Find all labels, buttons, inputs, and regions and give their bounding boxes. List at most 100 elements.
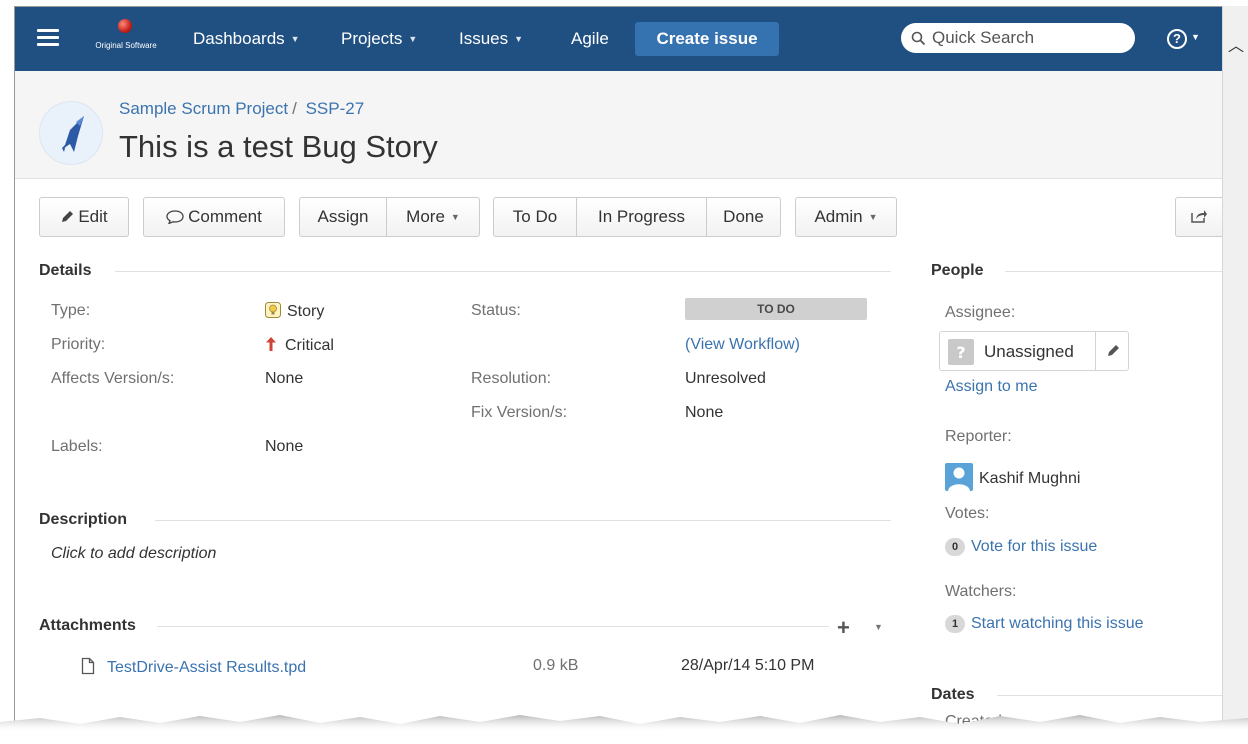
quick-search-input[interactable]: Quick Search — [901, 23, 1135, 53]
people-divider — [1005, 271, 1222, 272]
app-menu-icon[interactable] — [37, 29, 59, 47]
help-icon: ? — [1167, 29, 1187, 49]
priority-value: Critical — [265, 336, 334, 355]
pencil-icon — [62, 211, 74, 222]
votes-row: 0 Vote for this issue — [945, 538, 1097, 556]
story-lightbulb-icon — [265, 302, 281, 318]
search-icon — [911, 31, 926, 46]
edit-label: Edit — [78, 207, 108, 226]
breadcrumb: Sample Scrum Project / SSP-27 — [119, 99, 364, 119]
vertical-scrollbar[interactable]: ︿ — [1222, 6, 1248, 726]
reporter-label: Reporter: — [945, 428, 1012, 445]
breadcrumb-issue-key[interactable]: SSP-27 — [306, 99, 365, 118]
people-heading: People — [931, 262, 984, 279]
todo-transition-button[interactable]: To Do — [493, 197, 577, 237]
attachment-file-link[interactable]: TestDrive-Assist Results.tpd — [107, 659, 306, 676]
pencil-icon[interactable] — [1106, 344, 1120, 358]
description-heading: Description — [39, 511, 128, 528]
project-avatar[interactable] — [39, 101, 103, 165]
details-divider — [115, 271, 891, 272]
resolution-label: Resolution: — [471, 370, 552, 387]
file-icon — [81, 657, 95, 675]
type-label: Type: — [51, 302, 91, 319]
assign-to-me-link[interactable]: Assign to me — [945, 378, 1037, 396]
comment-label: Comment — [188, 207, 262, 226]
edit-button[interactable]: Edit — [39, 197, 129, 237]
votes-count-badge: 0 — [945, 538, 965, 556]
assignee-label: Assignee: — [945, 304, 1016, 321]
add-attachment-icon[interactable]: + — [837, 615, 850, 641]
more-label: More — [406, 207, 445, 226]
chevron-down-icon: ▼ — [868, 212, 878, 222]
status-badge: TO DO — [685, 298, 867, 320]
help-menu[interactable]: ? ▼ — [1167, 27, 1200, 49]
issue-header: Sample Scrum Project / SSP-27 This is a t… — [15, 71, 1222, 179]
scroll-up-arrow-icon[interactable]: ︿ — [1223, 34, 1248, 60]
reporter-value[interactable]: Kashif Mughni — [945, 463, 1080, 491]
jira-window: Original Software Dashboards ▼ Projects ▼ … — [14, 6, 1222, 726]
nav-agile[interactable]: Agile — [571, 29, 609, 49]
svg-text:?: ? — [956, 343, 965, 362]
assign-button[interactable]: Assign — [299, 197, 387, 237]
type-value: Story — [265, 302, 324, 321]
logo-ball-icon — [118, 19, 132, 33]
issue-title[interactable]: This is a test Bug Story — [119, 129, 438, 165]
comment-button[interactable]: Comment — [143, 197, 285, 237]
chevron-down-icon: ▼ — [290, 34, 300, 44]
breadcrumb-separator: / — [292, 99, 297, 118]
share-button[interactable] — [1175, 197, 1222, 237]
chevron-down-icon: ▼ — [1191, 32, 1200, 42]
watch-link[interactable]: Start watching this issue — [971, 615, 1144, 632]
breadcrumb-project[interactable]: Sample Scrum Project — [119, 99, 288, 118]
unassigned-avatar-icon: ? — [948, 339, 974, 365]
details-heading: Details — [39, 262, 92, 279]
share-icon — [1191, 210, 1207, 223]
rocket-icon — [62, 116, 84, 152]
chevron-down-icon: ▼ — [450, 212, 460, 222]
reporter-avatar-icon — [945, 463, 973, 491]
nav-dashboards[interactable]: Dashboards ▼ — [193, 29, 300, 49]
chevron-down-icon: ▼ — [408, 34, 418, 44]
attachments-divider — [157, 626, 829, 627]
attachment-options-chevron-icon[interactable]: ▼ — [874, 622, 883, 632]
priority-text: Critical — [285, 337, 334, 354]
in-progress-transition-button[interactable]: In Progress — [576, 197, 707, 237]
nav-projects-label: Projects — [341, 29, 403, 48]
reporter-name: Kashif Mughni — [979, 470, 1081, 487]
fix-version-label: Fix Version/s: — [471, 404, 568, 421]
chevron-down-icon: ▼ — [514, 34, 524, 44]
torn-edge-decoration — [0, 715, 1248, 744]
status-label: Status: — [471, 302, 521, 319]
top-navbar: Original Software Dashboards ▼ Projects ▼ … — [15, 7, 1222, 71]
labels-value[interactable]: None — [265, 438, 303, 456]
dates-divider — [997, 695, 1222, 696]
done-transition-button[interactable]: Done — [706, 197, 781, 237]
comment-icon — [166, 210, 184, 225]
logo[interactable]: Original Software — [91, 19, 161, 59]
labels-label: Labels: — [51, 438, 103, 455]
priority-label: Priority: — [51, 336, 106, 353]
affects-version-value: None — [265, 370, 304, 387]
attachments-heading: Attachments — [39, 617, 136, 634]
admin-button[interactable]: Admin ▼ — [795, 197, 897, 237]
more-button[interactable]: More ▼ — [386, 197, 480, 237]
view-workflow-link[interactable]: (View Workflow) — [685, 336, 800, 354]
watchers-row: 1 Start watching this issue — [945, 615, 1144, 633]
search-placeholder: Quick Search — [932, 28, 1035, 47]
watchers-label: Watchers: — [945, 583, 1017, 600]
assignee-field[interactable]: ? Unassigned — [939, 331, 1129, 371]
watchers-count-badge: 1 — [945, 615, 965, 633]
create-issue-button[interactable]: Create issue — [635, 22, 779, 56]
description-divider — [155, 520, 891, 521]
vote-link[interactable]: Vote for this issue — [971, 538, 1097, 555]
type-text: Story — [287, 303, 325, 320]
attachment-row: TestDrive-Assist Results.tpd — [81, 657, 306, 677]
attachment-size: 0.9 kB — [533, 657, 579, 674]
nav-projects[interactable]: Projects ▼ — [341, 29, 417, 49]
fix-version-value: None — [685, 404, 724, 421]
assignee-value: Unassigned — [984, 342, 1074, 361]
nav-dashboards-label: Dashboards — [193, 29, 285, 48]
nav-issues[interactable]: Issues ▼ — [459, 29, 523, 49]
description-placeholder[interactable]: Click to add description — [51, 545, 216, 563]
assignee-separator — [1095, 332, 1096, 370]
